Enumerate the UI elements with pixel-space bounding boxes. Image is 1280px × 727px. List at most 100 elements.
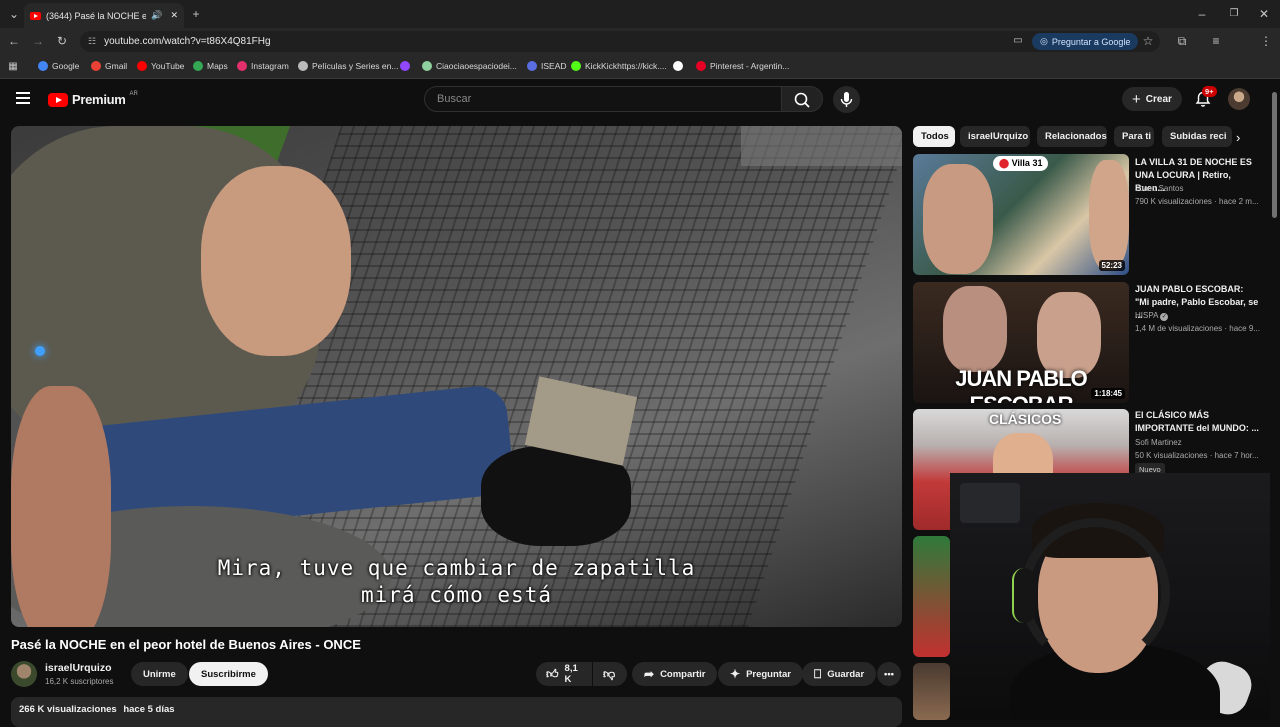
notifications-button[interactable]: 9+	[1192, 86, 1217, 110]
filter-chip[interactable]: Todos	[913, 126, 955, 147]
back-icon[interactable]: ←	[4, 31, 24, 51]
search-input[interactable]: Buscar	[424, 86, 782, 112]
browser-tab[interactable]: (3644) Pasé la NOCHE en el 🔊 ✕	[24, 3, 184, 28]
bookmark-item[interactable]: Instagram	[237, 59, 289, 73]
related-meta-3: 50 K visualizaciones · hace 7 hor...	[1135, 451, 1259, 460]
bookmark-item[interactable]: Maps	[193, 59, 228, 73]
account-avatar[interactable]	[1228, 88, 1250, 110]
filter-chip[interactable]: Para ti	[1114, 126, 1154, 147]
filter-chip[interactable]: israelUrquizo	[960, 126, 1030, 147]
reading-list-icon[interactable]: ≡	[1206, 31, 1226, 51]
subscribe-button[interactable]: Suscribirme	[189, 662, 268, 686]
duration-badge: 1:18:45	[1091, 388, 1125, 399]
ask-button[interactable]: ✦ Preguntar	[718, 662, 803, 686]
bookmark-item[interactable]: Ciaociaoespaciodei...	[422, 59, 517, 73]
bookmark-label: Maps	[207, 61, 228, 71]
apps-grid-icon[interactable]: ▦	[3, 57, 23, 77]
bookmark-item[interactable]: KickKickhttps://kick....	[571, 59, 667, 73]
verified-icon: ✓	[1160, 313, 1169, 321]
ask-google-label: Preguntar a Google	[1051, 36, 1131, 47]
forward-icon[interactable]: →	[28, 31, 48, 51]
dislike-button[interactable]: 👎︎	[593, 662, 627, 686]
close-tab-icon[interactable]: ✕	[170, 10, 178, 21]
hamburger-menu-icon[interactable]	[16, 92, 30, 104]
channel-name[interactable]: israelUrquizo	[45, 662, 112, 674]
bookmark-favicon-icon	[400, 61, 410, 71]
youtube-logo-icon	[48, 92, 68, 107]
related-thumbnail-4[interactable]	[913, 536, 950, 657]
related-channel-1[interactable]: Joaco Santos	[1135, 184, 1265, 193]
bookmark-item[interactable]	[400, 59, 410, 73]
youtube-premium-logo[interactable]: Premium AR	[48, 91, 138, 107]
bookmark-favicon-icon	[571, 61, 581, 71]
channel-avatar[interactable]	[11, 661, 37, 687]
subtitle-line-1: Mira, tuve que cambiar de zapatilla	[217, 556, 696, 580]
bookmark-icon: ⎕	[814, 666, 822, 681]
bookmark-item[interactable]	[673, 59, 683, 73]
cast-icon[interactable]: ▭	[1008, 31, 1028, 51]
extensions-icon[interactable]: ⧉	[1172, 31, 1192, 51]
ask-google-button[interactable]: ◎ Preguntar a Google	[1032, 33, 1139, 50]
related-meta-2: 1,4 M de visualizaciones · hace 9...	[1135, 324, 1260, 333]
join-button[interactable]: Unirme	[131, 662, 188, 686]
url-input[interactable]: ☷ youtube.com/watch?v=t86X4Q81FHg	[80, 31, 1160, 52]
location-pin-icon: ⬤	[999, 158, 1010, 168]
bookmark-label: ISEAD	[541, 61, 567, 71]
video-title: Pasé la NOCHE en el peor hotel de Buenos…	[11, 637, 361, 652]
search-button[interactable]	[781, 86, 823, 112]
chips-next-icon[interactable]: ›	[1236, 130, 1240, 145]
description-box[interactable]: 266 K visualizaciones hace 5 días	[11, 697, 902, 727]
bookmark-favicon-icon	[696, 61, 706, 71]
google-lens-icon: ◎	[1040, 36, 1048, 46]
thumbs-down-icon: 👎︎	[603, 666, 616, 681]
voice-search-button[interactable]	[833, 86, 860, 113]
video-player[interactable]: Mira, tuve que cambiar de zapatilla mirá…	[11, 126, 902, 627]
related-thumbnail-5[interactable]	[913, 663, 950, 720]
scrollbar-thumb[interactable]	[1272, 92, 1277, 218]
filter-chip[interactable]: Subidas reci	[1162, 126, 1232, 147]
related-thumbnail-1[interactable]: ⬤ Villa 31 52:23	[913, 154, 1129, 275]
filter-chip[interactable]: Relacionados	[1037, 126, 1107, 147]
microphone-icon	[840, 92, 853, 107]
restore-icon[interactable]: ❐	[1224, 4, 1244, 24]
tab-search-icon[interactable]: ⌄	[4, 4, 24, 24]
bookmark-favicon-icon	[237, 61, 247, 71]
join-label: Unirme	[143, 668, 176, 680]
bookmark-favicon-icon	[673, 61, 683, 71]
related-channel-2[interactable]: HISPA ✓	[1135, 311, 1265, 321]
save-button[interactable]: ⎕ Guardar	[802, 662, 877, 686]
bookmark-item[interactable]: Gmail	[91, 59, 127, 73]
bookmark-item[interactable]: Pinterest - Argentin...	[696, 59, 789, 73]
bookmark-star-icon[interactable]: ☆	[1138, 31, 1158, 51]
new-tab-icon[interactable]: +	[186, 4, 206, 24]
reload-icon[interactable]: ↻	[52, 31, 72, 51]
bookmark-favicon-icon	[298, 61, 308, 71]
minimize-icon[interactable]: –	[1192, 4, 1212, 24]
close-window-icon[interactable]: ✕	[1254, 4, 1274, 24]
thumb2-face-left	[943, 286, 1007, 372]
related-thumbnail-2[interactable]: JUAN PABLO ESCOBAR 1:18:45	[913, 282, 1129, 403]
more-actions-button[interactable]: •••	[877, 662, 901, 686]
webcam-overlay	[950, 473, 1270, 720]
thumb1-face-left	[923, 164, 993, 274]
create-label: Crear	[1145, 93, 1172, 105]
bookmark-item[interactable]: ISEAD	[527, 59, 567, 73]
more-horizontal-icon: •••	[884, 668, 894, 680]
notification-badge: 9+	[1202, 86, 1217, 97]
youtube-favicon-icon	[30, 11, 41, 20]
url-text: youtube.com/watch?v=t86X4Q81FHg	[104, 36, 271, 47]
related-title-3[interactable]: El CLÁSICO MÁS IMPORTANTE del MUNDO: ...	[1135, 409, 1260, 435]
bookmark-favicon-icon	[193, 61, 203, 71]
share-button[interactable]: ➦ Compartir	[632, 662, 718, 686]
bookmark-item[interactable]: Google	[38, 59, 79, 73]
bookmark-item[interactable]: Películas y Series en...	[298, 59, 398, 73]
save-label: Guardar	[827, 668, 865, 680]
like-button[interactable]: 👍︎ 8,1 K	[536, 662, 592, 686]
related-channel-3[interactable]: Sofi Martinez	[1135, 438, 1265, 447]
menu-kebab-icon[interactable]: ⋮	[1256, 31, 1276, 51]
create-button[interactable]: + Crear	[1122, 87, 1182, 111]
video-frame-hood	[201, 166, 351, 356]
audio-icon[interactable]: 🔊	[151, 10, 162, 21]
bookmark-item[interactable]: YouTube	[137, 59, 184, 73]
site-info-icon[interactable]: ☷	[88, 36, 96, 47]
